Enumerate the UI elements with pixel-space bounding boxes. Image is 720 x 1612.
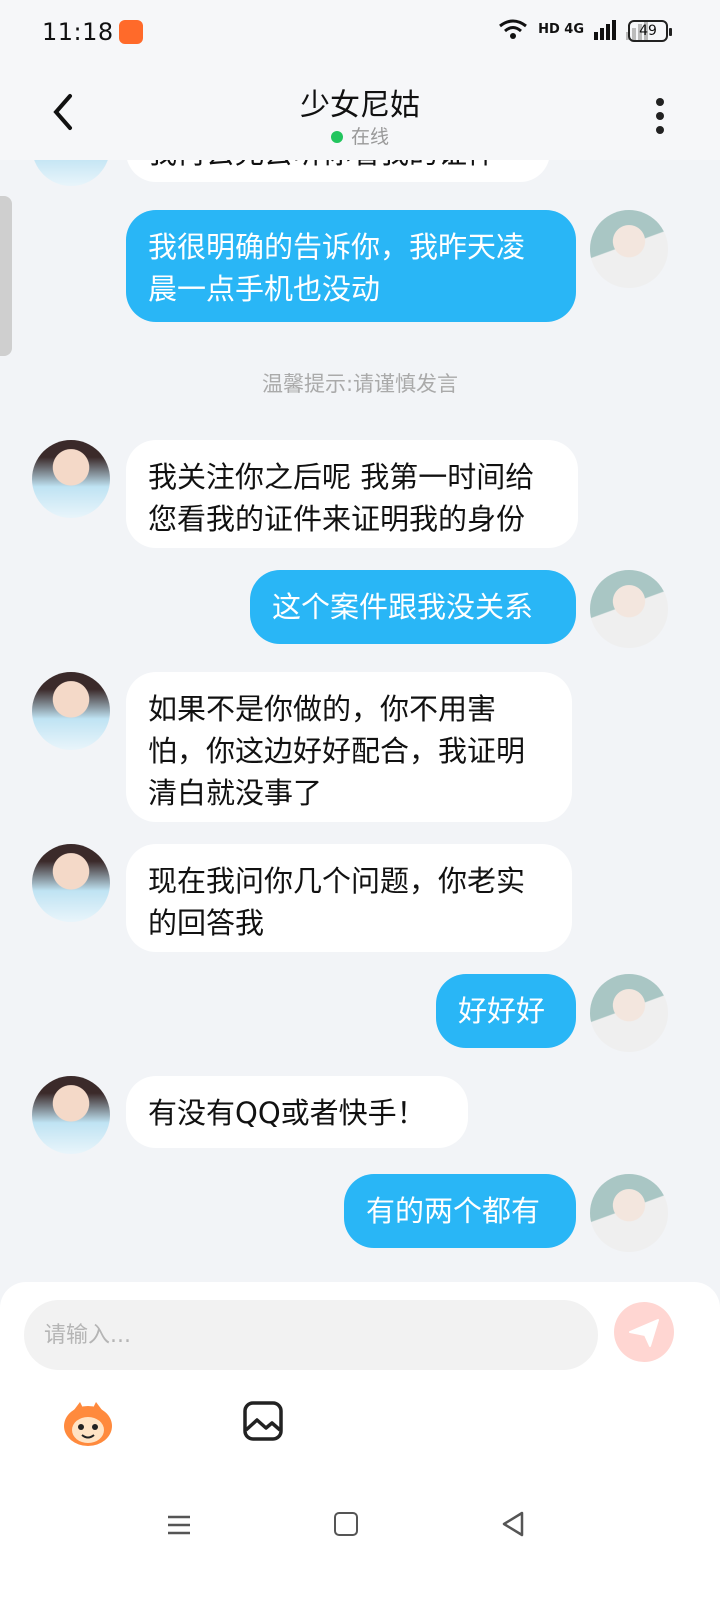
network-label: HD 4G xyxy=(538,21,584,37)
safety-tip: 温馨提示:请谨慎发言 xyxy=(261,372,459,396)
contact-avatar[interactable] xyxy=(32,844,110,922)
message-bubble-left: 我再去允去听你看我的证件 xyxy=(126,160,550,182)
page-title: 少女尼姑 xyxy=(300,88,420,123)
user-avatar[interactable] xyxy=(590,1174,668,1252)
menu-icon[interactable] xyxy=(166,1512,192,1538)
user-avatar[interactable] xyxy=(590,570,668,648)
message-bubble-right: 我很明确的告诉你，我昨天凌 晨一点手机也没动 xyxy=(126,210,576,322)
message-bubble-left: 我关注你之后呢 我第一时间给 您看我的证件来证明我的身份 xyxy=(126,440,578,548)
chat-list[interactable]: 我再去允去听你看我的证件 我很明确的告诉你，我昨天凌 晨一点手机也没动 温馨提示… xyxy=(0,160,720,1320)
message-bubble-left: 有没有QQ或者快手！ xyxy=(126,1076,468,1148)
contact-avatar[interactable] xyxy=(32,160,110,186)
message-bubble-left: 如果不是你做的，你不用害 怕，你这边好好配合，我证明 清白就没事了 xyxy=(126,672,572,822)
back-icon[interactable] xyxy=(500,1510,526,1538)
status-bar: 11:18 HD 4G 49 xyxy=(0,0,720,66)
user-avatar[interactable] xyxy=(590,974,668,1052)
app-notification-icon xyxy=(119,20,143,44)
send-button[interactable] xyxy=(614,1302,674,1362)
contact-avatar[interactable] xyxy=(32,1076,110,1154)
status-time: 11:18 xyxy=(42,18,114,46)
more-icon[interactable] xyxy=(650,96,670,136)
battery-indicator: 49 xyxy=(628,20,672,42)
user-avatar[interactable] xyxy=(590,210,668,288)
message-bubble-left: 现在我问你几个问题，你老实 的回答我 xyxy=(126,844,572,952)
contact-avatar[interactable] xyxy=(32,672,110,750)
message-input[interactable] xyxy=(24,1300,598,1370)
emoji-icon[interactable] xyxy=(60,1398,116,1448)
online-status-label: 在线 xyxy=(350,126,389,148)
system-nav-bar xyxy=(0,1492,720,1612)
send-icon xyxy=(629,1319,659,1347)
online-dot-icon xyxy=(330,131,343,143)
wifi-icon xyxy=(499,19,527,39)
message-bubble-right: 好好好 xyxy=(436,974,576,1048)
image-icon[interactable] xyxy=(242,1400,284,1442)
contact-avatar[interactable] xyxy=(32,440,110,518)
online-status: 在线 xyxy=(0,122,720,149)
home-icon[interactable] xyxy=(334,1512,358,1536)
side-drawer-handle[interactable] xyxy=(0,196,12,356)
chat-header: 少女尼姑 在线 xyxy=(0,66,720,160)
message-bubble-right: 这个案件跟我没关系 xyxy=(250,570,576,644)
message-bubble-right: 有的两个都有 xyxy=(344,1174,576,1248)
